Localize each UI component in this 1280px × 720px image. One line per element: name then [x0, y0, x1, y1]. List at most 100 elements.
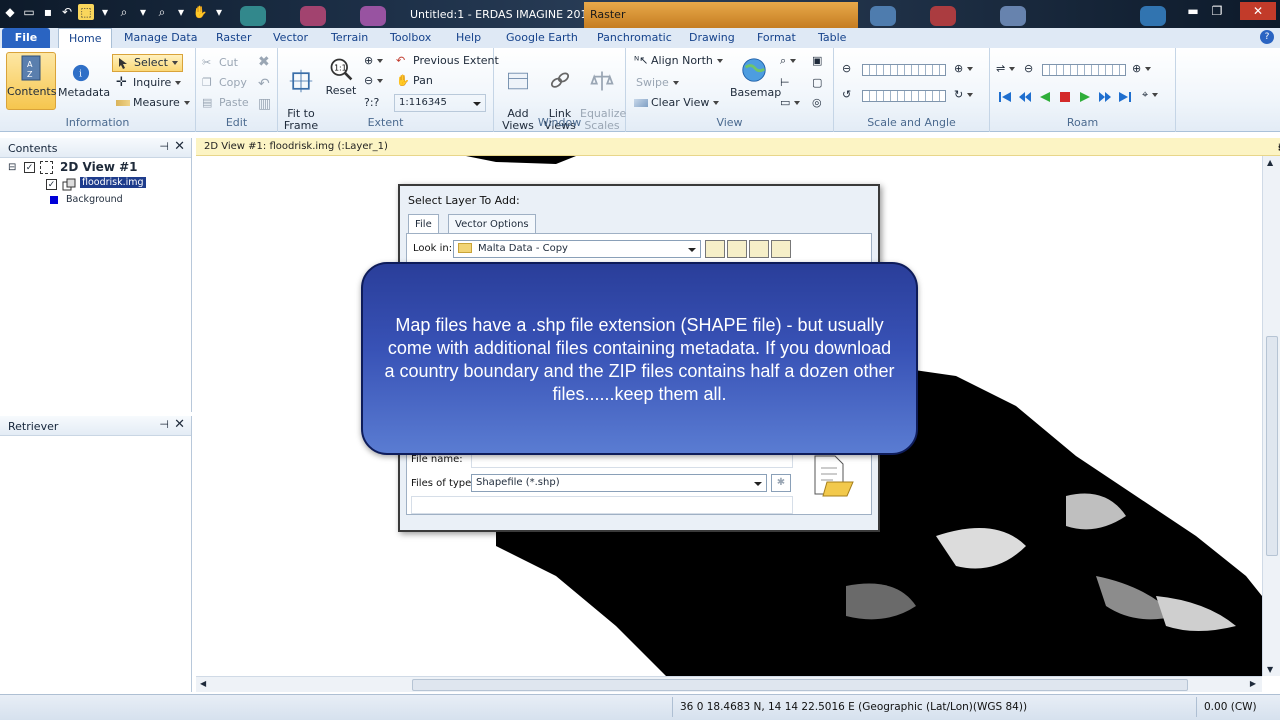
- metadata-button[interactable]: i Metadata: [58, 62, 110, 99]
- zoom-view-button[interactable]: ⌕: [780, 54, 797, 68]
- list-view-icon[interactable]: [749, 240, 769, 258]
- measure-button[interactable]: Measure: [116, 96, 190, 109]
- zoom-out-button[interactable]: ⊖: [364, 74, 384, 87]
- graticule-button[interactable]: ⊢: [780, 76, 790, 89]
- scale-options-button[interactable]: ⊕: [954, 62, 974, 75]
- pan-button[interactable]: ✋ Pan: [396, 74, 433, 88]
- layer-checkbox[interactable]: ✓: [46, 179, 57, 190]
- tab-manage-data[interactable]: Manage Data: [124, 28, 197, 48]
- file-filter-button[interactable]: ✱: [771, 474, 791, 492]
- help-icon[interactable]: ?: [1260, 30, 1274, 44]
- fill-color-button[interactable]: ▭: [780, 96, 801, 109]
- roam-speed-icon[interactable]: ⊖: [1024, 62, 1033, 75]
- tab-raster[interactable]: Raster: [216, 28, 251, 48]
- app-icon[interactable]: ◆: [2, 4, 18, 20]
- view-checkbox[interactable]: ✓: [24, 162, 35, 173]
- cut-button[interactable]: ✂ Cut: [202, 56, 238, 70]
- scroll-left-icon[interactable]: ◀: [200, 679, 206, 688]
- scroll-right-icon[interactable]: ▶: [1250, 679, 1256, 688]
- layer-name[interactable]: floodrisk.img: [80, 177, 146, 188]
- close-window-button[interactable]: ✕: [1240, 2, 1276, 20]
- roam-play-back-icon[interactable]: [1038, 90, 1052, 104]
- rotate-icon[interactable]: ↺: [842, 88, 851, 101]
- look-in-combo[interactable]: Malta Data - Copy: [453, 240, 701, 258]
- vertical-scroll-thumb[interactable]: [1266, 336, 1278, 556]
- delete-icon[interactable]: ✖: [258, 54, 270, 70]
- view-option-2-icon[interactable]: ▢: [812, 76, 822, 89]
- scroll-up-icon[interactable]: ▲: [1267, 158, 1273, 167]
- zoom-icon[interactable]: ⌕: [116, 4, 132, 20]
- contents-button[interactable]: AZ Contents: [6, 52, 56, 110]
- tab-format[interactable]: Format: [757, 28, 796, 48]
- open-icon[interactable]: ▭: [21, 4, 37, 20]
- tree-collapse-icon[interactable]: ⊟: [8, 162, 16, 173]
- undo-icon[interactable]: ↶: [59, 4, 75, 20]
- qat-more-icon[interactable]: ▾: [211, 4, 227, 20]
- align-north-button[interactable]: ᴺ↖ Align North: [634, 54, 723, 68]
- qat-dropdown-icon-2[interactable]: ▾: [135, 4, 151, 20]
- angle-slider[interactable]: [862, 90, 946, 102]
- files-of-type-select[interactable]: Shapefile (*.shp): [471, 474, 767, 492]
- roam-last-icon[interactable]: [1118, 90, 1132, 104]
- qat-dropdown-icon[interactable]: ▾: [97, 4, 113, 20]
- roam-speed-options-button[interactable]: ⊕: [1132, 62, 1152, 75]
- clipboard-icon[interactable]: ▥: [258, 96, 271, 112]
- zoom-in-button[interactable]: ⊕: [364, 54, 384, 67]
- scale-slider[interactable]: [862, 64, 946, 76]
- scroll-down-icon[interactable]: ▼: [1267, 665, 1273, 674]
- tab-terrain[interactable]: Terrain: [331, 28, 368, 48]
- close-icon[interactable]: ✕: [174, 139, 185, 154]
- roam-play-icon[interactable]: [1078, 90, 1092, 104]
- angle-options-button[interactable]: ↻: [954, 88, 974, 101]
- inquire-icon[interactable]: ⌕: [154, 4, 170, 20]
- qat-dropdown-icon-3[interactable]: ▾: [173, 4, 189, 20]
- roam-step-forward-icon[interactable]: [1098, 90, 1112, 104]
- tab-vector[interactable]: Vector: [273, 28, 308, 48]
- details-view-icon[interactable]: [771, 240, 791, 258]
- view-option-3-icon[interactable]: ◎: [812, 96, 822, 109]
- maximize-button[interactable]: ❐: [1206, 2, 1228, 20]
- tab-vector-options[interactable]: Vector Options: [448, 214, 536, 234]
- roam-speed-slider[interactable]: [1042, 64, 1126, 76]
- basemap-button[interactable]: Basemap: [730, 56, 781, 99]
- up-folder-icon[interactable]: [705, 240, 725, 258]
- tab-help[interactable]: Help: [456, 28, 481, 48]
- roam-stop-icon[interactable]: [1058, 90, 1072, 104]
- select-tool-icon[interactable]: ⬚: [78, 4, 94, 20]
- horizontal-scroll-thumb[interactable]: [412, 679, 1188, 691]
- tab-panchromatic[interactable]: Panchromatic: [597, 28, 672, 48]
- pin-icon[interactable]: ⊣: [159, 140, 169, 153]
- save-icon[interactable]: ▪: [40, 4, 56, 20]
- tab-google-earth[interactable]: Google Earth: [506, 28, 578, 48]
- horizontal-scrollbar[interactable]: ◀ ▶: [196, 676, 1262, 692]
- tab-drawing[interactable]: Drawing: [689, 28, 735, 48]
- file-tab[interactable]: File: [2, 28, 50, 48]
- tab-home[interactable]: Home: [58, 28, 113, 48]
- previous-extent-button[interactable]: ↶ Previous Extent: [396, 54, 499, 68]
- select-button[interactable]: Select: [112, 54, 183, 72]
- clear-view-button[interactable]: Clear View: [634, 96, 720, 109]
- reset-button[interactable]: 1:1 Reset: [324, 56, 358, 97]
- scale-combo[interactable]: 1:116345: [394, 94, 486, 112]
- copy-button[interactable]: ❐ Copy: [202, 76, 247, 90]
- tab-toolbox[interactable]: Toolbox: [390, 28, 431, 48]
- roam-path-button[interactable]: ⇌: [996, 62, 1016, 75]
- new-folder-icon[interactable]: [727, 240, 747, 258]
- vertical-scrollbar[interactable]: ▲ ▼: [1262, 156, 1280, 676]
- tab-table[interactable]: Table: [818, 28, 846, 48]
- paste-button[interactable]: ▤ Paste: [202, 96, 249, 110]
- background-label[interactable]: Background: [66, 194, 123, 205]
- roam-step-back-icon[interactable]: [1018, 90, 1032, 104]
- minimize-button[interactable]: ▬: [1182, 2, 1204, 20]
- view-option-1-icon[interactable]: ▣: [812, 54, 822, 67]
- tab-file[interactable]: File: [408, 214, 439, 234]
- roam-options-button[interactable]: ⌖: [1142, 88, 1159, 102]
- undo-edit-icon[interactable]: ↶: [258, 76, 270, 92]
- swipe-button[interactable]: Swipe: [636, 76, 679, 89]
- pan-icon[interactable]: ✋: [192, 4, 208, 20]
- zoom-scale-icon[interactable]: ⊖: [842, 62, 851, 75]
- inquire-button[interactable]: ✛ Inquire: [116, 76, 182, 90]
- open-file-icon[interactable]: [809, 454, 855, 500]
- roam-first-icon[interactable]: [998, 90, 1012, 104]
- view-name[interactable]: 2D View #1: [60, 160, 137, 174]
